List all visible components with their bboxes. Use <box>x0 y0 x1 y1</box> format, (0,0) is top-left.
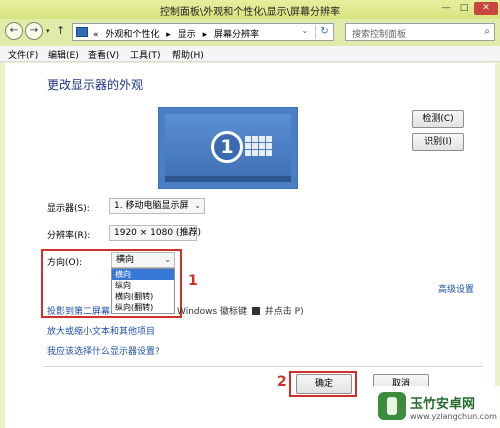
control-panel-icon <box>76 27 88 37</box>
chevron-down-icon: ⌄ <box>194 201 201 210</box>
resolution-label: 分辨率(R): <box>47 231 91 241</box>
site-logo-icon <box>378 392 406 420</box>
breadcrumb-overflow[interactable]: « <box>93 30 99 40</box>
recent-locations-icon[interactable]: ▾ <box>46 27 50 35</box>
footer-divider <box>43 366 483 367</box>
display-label: 显示器(S): <box>47 204 90 214</box>
display-select[interactable]: 1. 移动电脑显示屏 ⌄ <box>109 198 205 214</box>
menu-tools[interactable]: 工具(T) <box>130 48 161 61</box>
breadcrumb: « 外观和个性化 ▸ 显示 ▸ 屏幕分辨率 <box>93 27 263 40</box>
menu-edit[interactable]: 编辑(E) <box>48 48 79 61</box>
menu-bar: 文件(F) 编辑(E) 查看(V) 工具(T) 帮助(H) <box>0 46 500 62</box>
search-input[interactable]: 搜索控制面板 ⌕ <box>345 23 495 41</box>
refresh-icon[interactable]: ↻ <box>315 25 333 39</box>
up-level-icon[interactable]: ↑ <box>56 24 65 37</box>
menu-help[interactable]: 帮助(H) <box>172 48 204 61</box>
monitor-number-badge: 1 <box>211 131 243 163</box>
highlight-box-ok <box>289 371 357 397</box>
breadcrumb-display[interactable]: 显示 <box>178 30 196 40</box>
project-hint-b: 并点击 P) <box>264 307 304 317</box>
close-button[interactable]: ✕ <box>474 2 498 15</box>
watermark-title: 玉竹安卓网 <box>410 397 476 412</box>
step-marker-2: 2 <box>277 374 287 390</box>
display-settings-help-link[interactable]: 我应该选择什么显示器设置? <box>47 344 160 357</box>
back-button[interactable]: ← <box>5 22 23 40</box>
step-marker-1: 1 <box>188 273 198 289</box>
search-placeholder: 搜索控制面板 <box>352 30 407 40</box>
resolution-select[interactable]: 1920 × 1080 (推荐) ⌄ <box>109 225 201 241</box>
breadcrumb-separator[interactable]: ▸ <box>203 30 208 40</box>
address-dropdown-icon[interactable]: ⌄ <box>299 26 311 35</box>
title-bar: 控制面板\外观和个性化\显示\屏幕分辨率 — □ ✕ <box>0 0 500 19</box>
project-hint: Windows 徽标键 并点击 P) <box>177 304 304 317</box>
detect-button[interactable]: 检测(C) <box>412 110 464 128</box>
identify-button[interactable]: 识别(I) <box>412 133 464 151</box>
start-screen-icon <box>245 136 273 158</box>
breadcrumb-resolution[interactable]: 屏幕分辨率 <box>214 30 259 40</box>
monitor-screen: 1 <box>165 114 291 182</box>
project-second-screen-link[interactable]: 投影到第二屏幕 <box>47 304 110 317</box>
advanced-settings-link[interactable]: 高级设置 <box>438 282 474 295</box>
display-value: 1. 移动电脑显示屏 <box>114 201 189 211</box>
page-title: 更改显示器的外观 <box>47 78 144 92</box>
windows-logo-icon <box>251 307 260 315</box>
window-title: 控制面板\外观和个性化\显示\屏幕分辨率 <box>159 7 341 18</box>
navigation-bar: ← → ▾ ↑ « 外观和个性化 ▸ 显示 ▸ 屏幕分辨率 ⌄ ↻ 搜索控制面板… <box>0 19 500 46</box>
chevron-down-icon: ⌄ <box>186 228 193 237</box>
main-panel: 更改显示器的外观 1 检测(C) 识别(I) 显示器(S): 1. 移动电脑显示… <box>5 63 495 428</box>
project-hint-a: Windows 徽标键 <box>177 307 248 317</box>
control-panel-window: 控制面板\外观和个性化\显示\屏幕分辨率 — □ ✕ ← → ▾ ↑ « 外观和… <box>0 0 500 428</box>
text-size-link[interactable]: 放大或缩小文本和其他项目 <box>47 324 155 337</box>
monitor-taskbar <box>165 176 291 182</box>
site-watermark: 玉竹安卓网 www.yzlangchun.com <box>372 386 500 428</box>
watermark-url: www.yzlangchun.com <box>410 412 497 421</box>
menu-view[interactable]: 查看(V) <box>88 48 119 61</box>
search-icon[interactable]: ⌕ <box>484 26 490 37</box>
menu-file[interactable]: 文件(F) <box>8 48 38 61</box>
breadcrumb-appearance[interactable]: 外观和个性化 <box>105 30 159 40</box>
forward-button[interactable]: → <box>25 22 43 40</box>
maximize-button[interactable]: □ <box>456 2 472 15</box>
breadcrumb-separator[interactable]: ▸ <box>166 30 171 40</box>
minimize-button[interactable]: — <box>438 2 454 15</box>
monitor-preview[interactable]: 1 <box>158 107 298 189</box>
address-bar[interactable]: « 外观和个性化 ▸ 显示 ▸ 屏幕分辨率 ⌄ ↻ <box>72 23 334 41</box>
